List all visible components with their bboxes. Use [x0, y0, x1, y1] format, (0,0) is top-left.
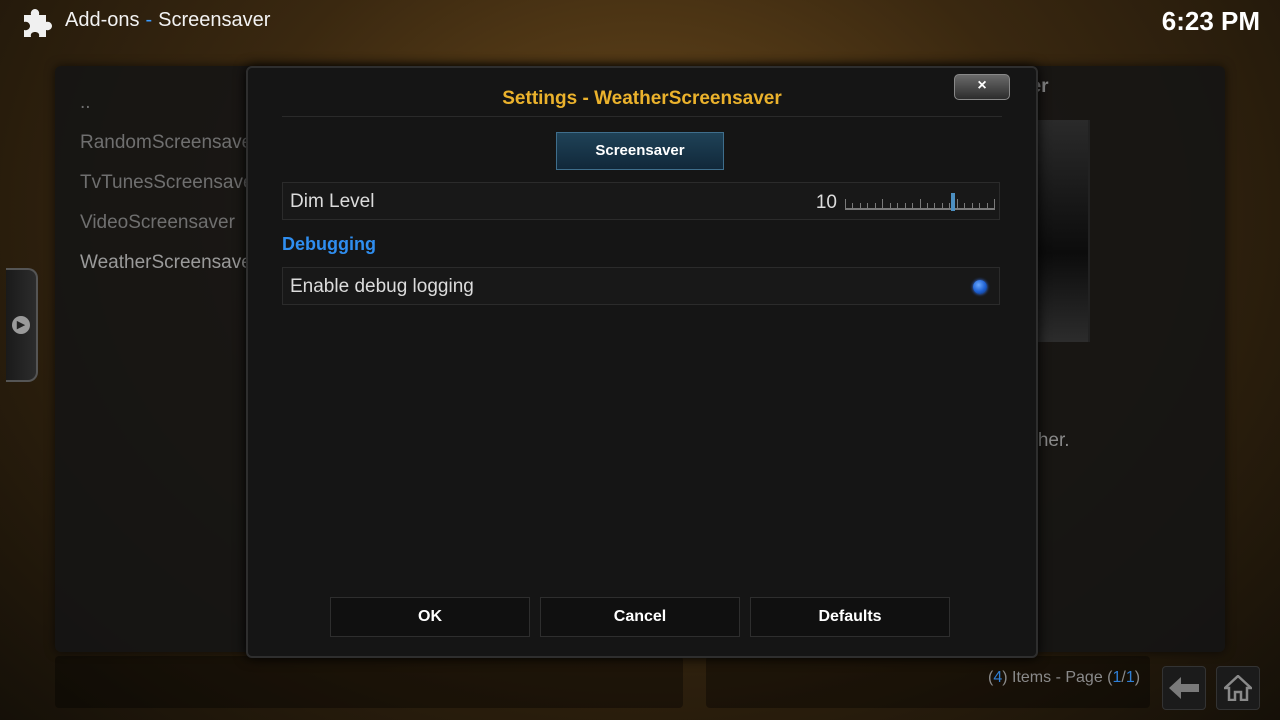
slider-tick [874, 203, 876, 209]
list-item[interactable]: RandomScreensaver [80, 128, 260, 168]
chevron-right-icon: ▶ [12, 316, 30, 334]
back-button[interactable] [1162, 666, 1206, 710]
slider-tick [912, 203, 914, 209]
dim-level-setting[interactable]: Dim Level 10 [282, 182, 1000, 220]
slider-tick [956, 199, 958, 209]
close-button[interactable]: × [954, 74, 1010, 100]
dim-level-label: Dim Level [290, 191, 375, 212]
slider-handle[interactable] [951, 193, 955, 211]
addon-list: .. RandomScreensaver TvTunesScreensaver … [80, 88, 260, 288]
home-icon [1221, 674, 1255, 702]
list-item[interactable]: VideoScreensaver [80, 208, 260, 248]
slider-tick [882, 199, 884, 209]
page-total: 1 [1125, 669, 1135, 686]
slider-tick [941, 203, 943, 209]
slider-tick [979, 203, 981, 209]
dialog-title: Settings - WeatherScreensaver [502, 88, 782, 109]
slider-tick [919, 199, 921, 209]
list-item-parent[interactable]: .. [80, 88, 260, 128]
list-item-selected[interactable]: WeatherScreensaver [80, 248, 260, 288]
slider-tick [994, 199, 995, 209]
slider-tick [889, 203, 891, 209]
side-menu-tab[interactable]: ▶ [6, 268, 38, 382]
breadcrumb: Add-ons - Screensaver [65, 9, 270, 32]
slider-tick [867, 203, 869, 209]
items-count: (4) Items - Page (1/1) [988, 669, 1140, 687]
slider-tick [859, 203, 861, 209]
items-close-paren: ) [1134, 669, 1141, 686]
debug-logging-label: Enable debug logging [290, 276, 474, 297]
top-bar: Add-ons - Screensaver 6:23 PM [0, 0, 1280, 44]
debug-logging-setting[interactable]: Enable debug logging [282, 267, 1000, 305]
slider-tick [897, 203, 899, 209]
items-number: 4 [993, 669, 1003, 686]
debugging-section-header: Debugging [282, 234, 376, 254]
breadcrumb-section: Add-ons [65, 9, 140, 31]
title-divider [282, 116, 1002, 117]
slider-tick [971, 203, 973, 209]
slider-tick [852, 203, 854, 209]
slider-tick [934, 203, 936, 209]
clock: 6:23 PM [1161, 6, 1260, 36]
items-label: ) Items - Page ( [1002, 669, 1113, 686]
slider-tick [986, 203, 988, 209]
slider-tick [949, 203, 951, 209]
settings-dialog: Settings - WeatherScreensaver × Screensa… [246, 66, 1038, 658]
close-icon: × [977, 77, 987, 94]
ok-button[interactable]: OK [330, 597, 530, 637]
list-item[interactable]: TvTunesScreensaver [80, 168, 260, 208]
slider-tick [926, 203, 928, 209]
cancel-button[interactable]: Cancel [540, 597, 740, 637]
puzzle-icon [24, 9, 52, 37]
home-button[interactable] [1216, 666, 1260, 710]
dim-level-value: 10 [815, 192, 837, 213]
breadcrumb-separator: - [145, 9, 153, 31]
breadcrumb-subsection: Screensaver [158, 9, 271, 31]
dim-level-slider[interactable] [845, 191, 995, 211]
back-arrow-icon [1169, 677, 1199, 699]
slider-tick [964, 203, 966, 209]
debug-logging-toggle[interactable] [973, 280, 987, 294]
footer-left-panel [55, 656, 683, 708]
defaults-button[interactable]: Defaults [750, 597, 950, 637]
slider-tick [904, 203, 906, 209]
category-tab-screensaver[interactable]: Screensaver [556, 132, 724, 170]
slider-tick [845, 199, 846, 209]
